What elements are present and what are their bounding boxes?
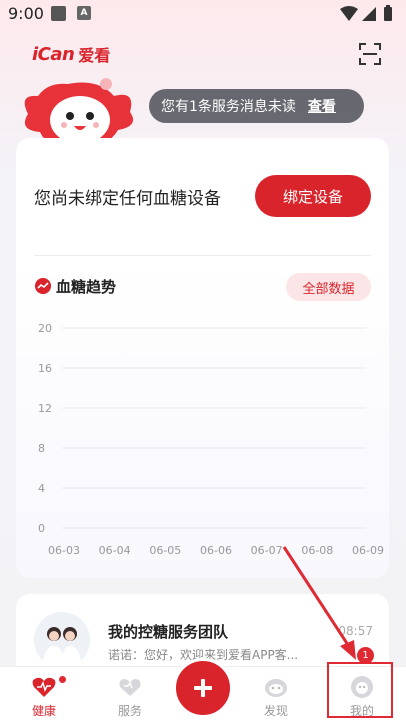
plus-icon: [194, 679, 212, 697]
highlight-box: [327, 662, 393, 718]
trend-icon: [35, 278, 51, 294]
y-tick-label: 4: [38, 482, 45, 495]
health-icon: [32, 677, 56, 697]
notification-square-icon: [51, 6, 66, 21]
glucose-trend-chart: 20 16 12 8 4 006-03 06-04 06-05 06-06 06-07 06-08 0…: [38, 322, 384, 557]
tab-discover-label: 发现: [263, 704, 288, 718]
no-device-text: 您尚未绑定任何血糖设备: [34, 189, 221, 209]
x-tick-label: 06-07: [251, 544, 283, 557]
y-tick-label: 20: [38, 322, 52, 335]
team-name: 我的控糖服务团队: [108, 623, 229, 641]
x-tick-label: 06-04: [99, 544, 131, 557]
team-avatar: [34, 612, 90, 668]
glucose-card: 您尚未绑定任何血糖设备 绑定设备 血糖趋势 全部数据 20 16 12 8 4 0 06-0…: [16, 138, 389, 578]
bind-device-button[interactable]: 绑定设备: [255, 175, 371, 217]
x-tick-label: 06-05: [149, 544, 181, 557]
service-icon: [119, 679, 141, 696]
app-logo: iCan 爱看: [32, 42, 110, 66]
add-button[interactable]: [173, 658, 233, 718]
battery-icon: [384, 7, 392, 21]
service-message-text: 您有1条服务消息未读: [161, 99, 296, 115]
status-bar: 9:00 A: [0, 0, 406, 30]
view-message-link[interactable]: 查看: [308, 96, 336, 116]
all-data-button[interactable]: 全部数据: [286, 273, 371, 301]
health-notification-dot: [58, 675, 67, 684]
y-tick-label: 12: [38, 402, 52, 415]
signal-icon: [362, 7, 376, 21]
y-tick-label: 0: [38, 522, 45, 535]
team-time: 08:57: [338, 624, 373, 638]
trend-title: 血糖趋势: [56, 278, 117, 296]
notification-a-icon: A: [77, 6, 91, 20]
wifi-icon: [340, 6, 358, 21]
team-last-message: 诺诺：您好，欢迎来到爱看APP客...: [108, 648, 299, 662]
tab-health-label: 健康: [31, 704, 56, 718]
discover-icon: [265, 679, 287, 697]
logo-text: 爱看: [78, 46, 111, 65]
logo-mark: iCan: [32, 43, 75, 65]
x-tick-label: 06-03: [48, 544, 80, 557]
x-tick-label: 06-08: [301, 544, 333, 557]
scan-icon[interactable]: [358, 42, 382, 66]
y-tick-label: 8: [38, 442, 45, 455]
status-icons: [340, 5, 392, 21]
tab-service-label: 服务: [117, 704, 142, 718]
card-divider: [34, 255, 371, 256]
tab-service[interactable]: 服务: [100, 667, 160, 721]
y-tick-label: 16: [38, 362, 52, 375]
tab-discover[interactable]: 发现: [246, 667, 306, 721]
status-time: 9:00: [8, 4, 44, 23]
service-message-banner[interactable]: 您有1条服务消息未读 查看: [149, 89, 364, 123]
x-tick-label: 06-09: [352, 544, 384, 557]
x-tick-label: 06-06: [200, 544, 232, 557]
